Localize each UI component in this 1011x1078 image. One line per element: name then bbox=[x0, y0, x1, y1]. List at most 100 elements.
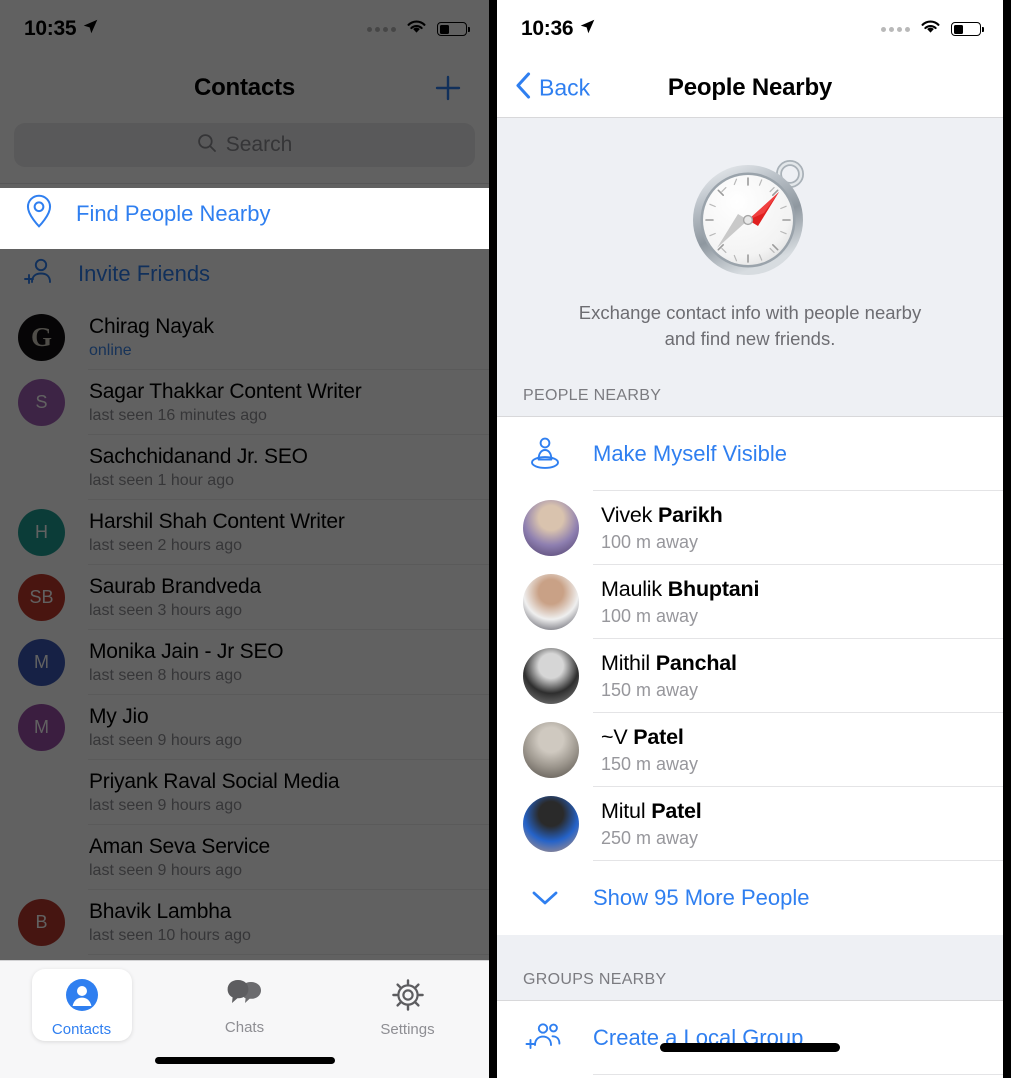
contact-row[interactable]: Aman Seva Service last seen 9 hours ago bbox=[0, 825, 489, 890]
show-more-people-row[interactable]: Show 95 More People bbox=[497, 860, 1003, 935]
contact-meta: Priyank Raval Social Media last seen 9 ho… bbox=[89, 770, 340, 815]
home-indicator-left bbox=[154, 1057, 335, 1064]
home-indicator-right bbox=[660, 1043, 840, 1052]
contact-meta: Bhavik Lambha last seen 10 hours ago bbox=[89, 900, 251, 945]
group-row[interactable]: Put Me In Touch With Ahmedabad bbox=[497, 1074, 1003, 1078]
avatar-placeholder bbox=[18, 444, 65, 491]
hero-description: Exchange contact info with people nearby… bbox=[497, 300, 1003, 387]
person-last-name: Patel bbox=[633, 724, 684, 749]
tab-contacts[interactable]: Contacts bbox=[0, 969, 163, 1041]
contact-status: last seen 8 hours ago bbox=[89, 667, 242, 684]
tab-contacts-label: Contacts bbox=[51, 1021, 112, 1038]
contact-status: last seen 10 hours ago bbox=[89, 927, 251, 944]
contact-name: Chirag Nayak bbox=[89, 315, 214, 338]
contact-meta: Sagar Thakkar Content Writer last seen 16… bbox=[89, 380, 362, 425]
contact-meta: Saurab Brandveda last seen 3 hours ago bbox=[89, 575, 261, 620]
person-first-name: Maulik bbox=[601, 576, 662, 601]
make-myself-visible-row[interactable]: Make Myself Visible bbox=[497, 416, 1003, 491]
person-distance: 100 m away bbox=[601, 531, 699, 552]
location-pin-icon bbox=[24, 194, 54, 233]
invite-friends-row[interactable]: Invite Friends bbox=[0, 243, 489, 305]
invite-friends-label: Invite Friends bbox=[78, 261, 211, 286]
contact-status: last seen 9 hours ago bbox=[89, 797, 242, 814]
avatar: M bbox=[18, 704, 65, 751]
person-distance: 250 m away bbox=[601, 827, 699, 848]
people-nearby-section-header: PEOPLE NEARBY bbox=[497, 386, 1003, 416]
make-myself-visible-label: Make Myself Visible bbox=[593, 440, 787, 466]
back-label: Back bbox=[539, 74, 591, 100]
contact-meta: My Jio last seen 9 hours ago bbox=[89, 705, 242, 750]
avatar bbox=[18, 314, 65, 361]
back-button[interactable]: Back bbox=[515, 71, 590, 104]
person-last-name: Parikh bbox=[657, 502, 723, 527]
battery-icon bbox=[951, 22, 985, 36]
contact-row[interactable]: Chirag Nayak online bbox=[0, 305, 489, 370]
person-name: Vivek Parikh bbox=[601, 503, 723, 528]
contact-row[interactable]: M Monika Jain - Jr SEO last seen 8 hours a… bbox=[0, 630, 489, 695]
avatar bbox=[523, 499, 579, 556]
person-name: ~V Patel bbox=[601, 725, 698, 750]
contact-name: Monika Jain - Jr SEO bbox=[89, 640, 284, 663]
contact-name: Priyank Raval Social Media bbox=[89, 770, 340, 793]
page-title: Contacts bbox=[193, 74, 296, 101]
contact-meta: Harshil Shah Content Writer last seen 2 h… bbox=[89, 510, 345, 555]
contact-name: Sachchidanand Jr. SEO bbox=[89, 445, 308, 468]
plus-icon[interactable] bbox=[431, 71, 465, 105]
person-first-name: Mithil bbox=[601, 650, 650, 675]
person-meta: ~V Patel 150 m away bbox=[601, 725, 698, 775]
left-phone-screen: 10:35 Contacts Search Find People Nearby… bbox=[0, 0, 497, 1078]
contact-meta: Chirag Nayak online bbox=[89, 315, 214, 360]
avatar bbox=[523, 647, 579, 704]
person-row[interactable]: Mitul Patel 250 m away bbox=[497, 786, 1003, 861]
search-input[interactable]: Search bbox=[14, 123, 475, 167]
search-icon bbox=[197, 133, 217, 158]
contact-status: online bbox=[89, 342, 132, 359]
create-local-group-row[interactable]: Create a Local Group bbox=[497, 1000, 1003, 1075]
people-add-icon bbox=[523, 1021, 567, 1055]
person-first-name: Vivek bbox=[601, 502, 653, 527]
search-placeholder: Search bbox=[225, 133, 293, 156]
contact-status: last seen 9 hours ago bbox=[89, 862, 242, 879]
person-row[interactable]: Maulik Bhuptani 100 m away bbox=[497, 564, 1003, 639]
contact-row[interactable]: Priyank Raval Social Media last seen 9 ho… bbox=[0, 760, 489, 825]
location-arrow-icon bbox=[579, 18, 596, 40]
find-people-nearby-label: Find People Nearby bbox=[76, 200, 271, 226]
person-first-name: Mitul bbox=[601, 798, 646, 823]
contact-row[interactable]: H Harshil Shah Content Writer last seen 2 … bbox=[0, 500, 489, 565]
avatar: H bbox=[18, 509, 65, 556]
signal-dots-icon bbox=[881, 26, 910, 32]
person-name: Maulik Bhuptani bbox=[601, 577, 759, 602]
contact-row[interactable]: SB Saurab Brandveda last seen 3 hours ago bbox=[0, 565, 489, 630]
tab-chats[interactable]: Chats bbox=[163, 969, 326, 1036]
person-row[interactable]: Mithil Panchal 150 m away bbox=[497, 638, 1003, 713]
status-bar-right: 10:36 bbox=[497, 0, 1003, 58]
contact-status: last seen 3 hours ago bbox=[89, 602, 242, 619]
person-meta: Mithil Panchal 150 m away bbox=[601, 651, 737, 701]
contact-row[interactable]: S Sagar Thakkar Content Writer last seen 1… bbox=[0, 370, 489, 435]
find-people-nearby-row[interactable]: Find People Nearby bbox=[0, 183, 489, 243]
person-row[interactable]: ~V Patel 150 m away bbox=[497, 712, 1003, 787]
chevron-down-icon bbox=[523, 888, 567, 908]
avatar bbox=[523, 721, 579, 778]
battery-icon bbox=[437, 22, 471, 36]
contact-row[interactable]: B Bhavik Lambha last seen 10 hours ago bbox=[0, 890, 489, 955]
tab-settings-label: Settings bbox=[380, 1021, 435, 1038]
contact-name: Aman Seva Service bbox=[89, 835, 271, 858]
avatar: SB bbox=[18, 574, 65, 621]
person-row[interactable]: Vivek Parikh 100 m away bbox=[497, 490, 1003, 565]
person-last-name: Bhuptani bbox=[667, 576, 760, 601]
show-more-people-label: Show 95 More People bbox=[593, 884, 810, 910]
tab-settings[interactable]: Settings bbox=[326, 969, 489, 1038]
person-distance: 100 m away bbox=[601, 605, 699, 626]
person-circle-icon bbox=[65, 978, 99, 1017]
groups-nearby-list: Create a Local Group Put Me In Touch Wit… bbox=[497, 999, 1003, 1078]
nav-bar-right: Back People Nearby bbox=[497, 58, 1003, 118]
contact-row[interactable]: M My Jio last seen 9 hours ago bbox=[0, 695, 489, 760]
person-last-name: Patel bbox=[651, 798, 702, 823]
contact-status: last seen 9 hours ago bbox=[89, 732, 242, 749]
avatar bbox=[523, 573, 579, 630]
person-name: Mithil Panchal bbox=[601, 651, 737, 676]
contact-row[interactable]: Sachchidanand Jr. SEO last seen 1 hour ag… bbox=[0, 435, 489, 500]
contact-name: My Jio bbox=[89, 705, 149, 728]
page-title: People Nearby bbox=[667, 73, 833, 101]
